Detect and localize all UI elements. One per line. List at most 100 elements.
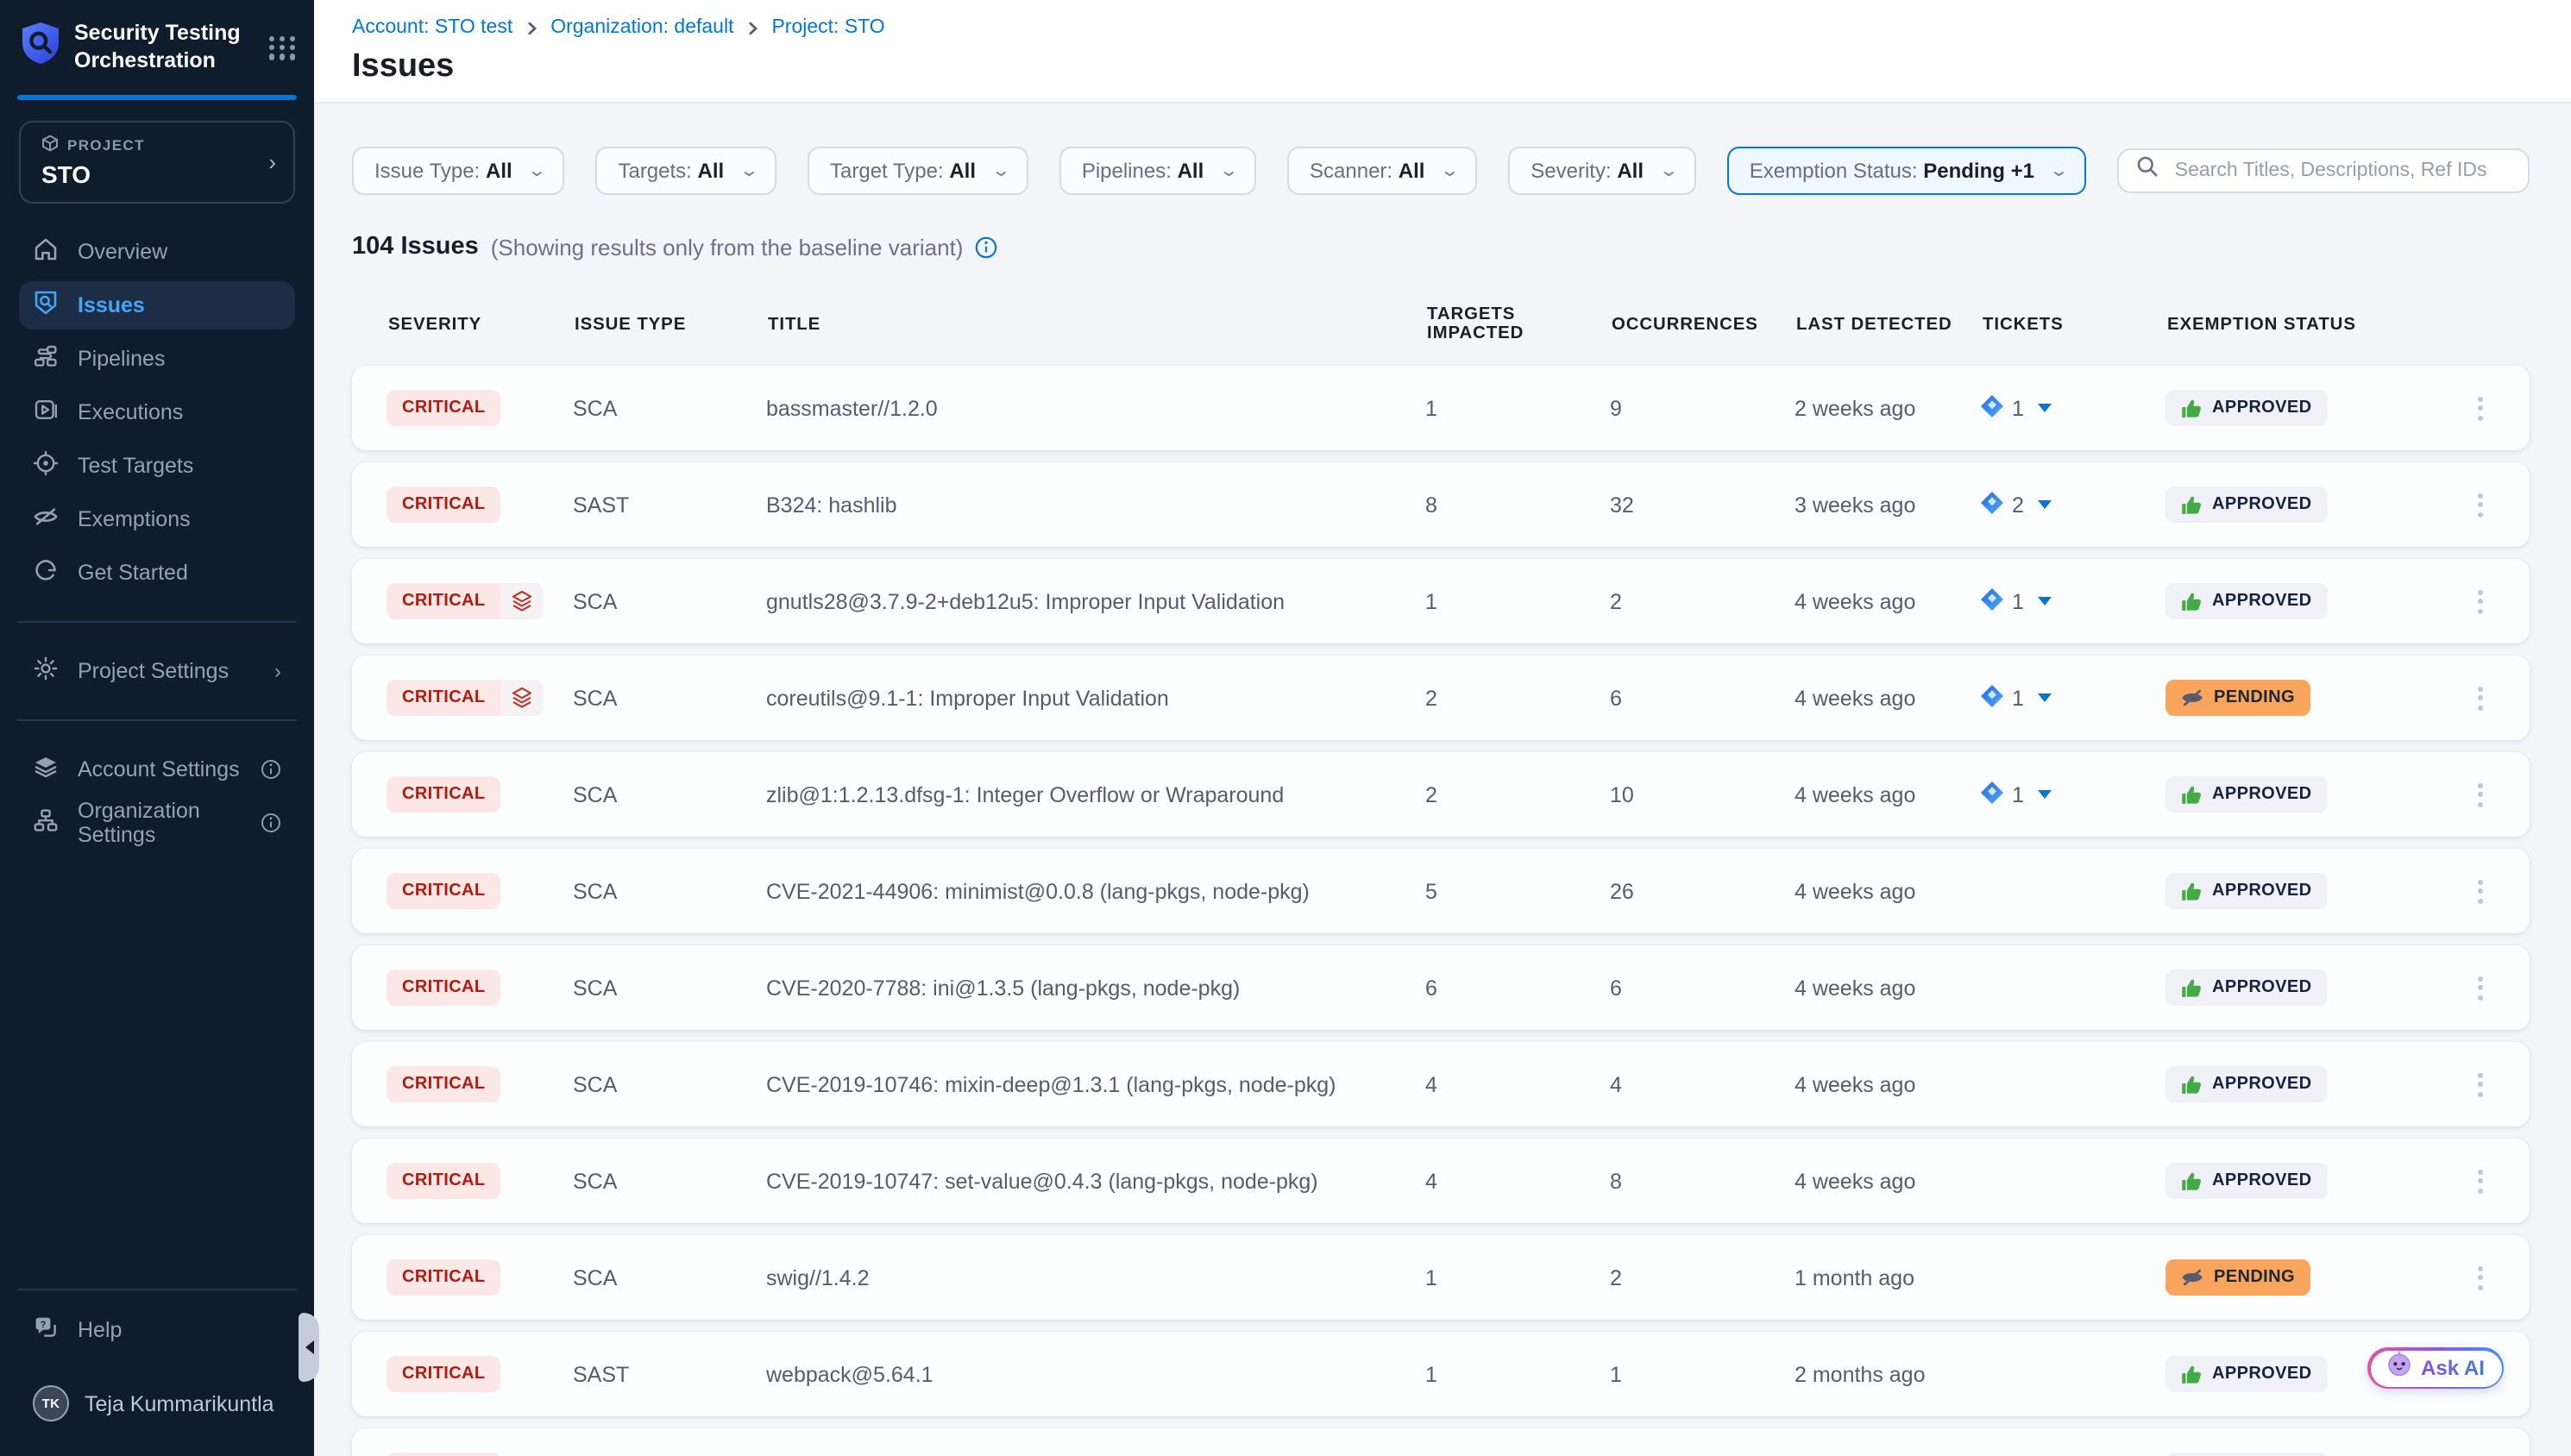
sidebar-item-issues[interactable]: Issues [19, 281, 295, 329]
exemption-status-cell: APPROVED [2166, 1453, 2469, 1456]
org-gear-icon [33, 807, 59, 838]
filter-exemption-status[interactable]: Exemption Status: Pending +1 ⌄ [1727, 147, 2087, 195]
occurrences-cell: 10 [1610, 782, 1795, 806]
row-menu-kebab[interactable] [2469, 872, 2492, 910]
issue-row[interactable]: CRITICAL SCA CVE-2021-44906: minimist@0.… [352, 849, 2530, 933]
sidebar-item-test-targets[interactable]: Test Targets [19, 442, 295, 490]
svg-text:?: ? [41, 1320, 47, 1330]
filter-scanner[interactable]: Scanner: All ⌄ [1287, 147, 1477, 195]
breadcrumb-org-link[interactable]: Organization: default [550, 17, 733, 38]
user-name: Teja Kummarikuntla [85, 1391, 274, 1415]
module-grid-icon[interactable] [269, 35, 297, 60]
ticket-dropdown[interactable]: 2 [1981, 491, 2166, 518]
issue-row[interactable]: CRITICAL SAST webpack@5.64.1 1 1 2 month… [352, 1332, 2530, 1416]
thumbs-up-icon [2181, 398, 2202, 418]
occurrences-cell: 26 [1610, 879, 1795, 903]
exemption-status-badge: APPROVED [2166, 486, 2327, 523]
sidebar-item-label: Project Settings [78, 659, 229, 683]
issue-type-cell: SCA [573, 1169, 766, 1193]
sidebar-item-project-settings[interactable]: Project Settings › [19, 647, 295, 695]
tickets-cell: 2 [1981, 491, 2166, 518]
occurrences-cell: 1 [1610, 1362, 1795, 1386]
row-menu-kebab[interactable] [2469, 1258, 2492, 1296]
sidebar-item-overview[interactable]: Overview [19, 228, 295, 276]
sidebar-collapse-handle[interactable] [299, 1313, 319, 1382]
ticket-dropdown[interactable]: 1 [1981, 684, 2166, 712]
issue-row[interactable]: CRITICAL SCA swig//1.4.2 1 2 1 month ago… [352, 1235, 2530, 1320]
sidebar-item-organization-settings[interactable]: Organization Settings [19, 799, 295, 847]
exemption-status-badge: APPROVED [2166, 776, 2327, 813]
chevron-right-icon: › [268, 149, 276, 175]
row-menu-kebab[interactable] [2469, 1162, 2492, 1200]
severity-badge: CRITICAL [387, 1066, 501, 1102]
issue-type-cell: SCA [573, 1265, 766, 1290]
last-detected-cell: 4 weeks ago [1795, 686, 1981, 710]
sidebar-item-exemptions[interactable]: Exemptions [19, 495, 295, 543]
occurrences-cell: 4 [1610, 1072, 1795, 1096]
search-input[interactable] [2172, 159, 2511, 183]
exemption-status-cell: PENDING [2166, 680, 2469, 716]
ticket-dropdown[interactable]: 1 [1981, 587, 2166, 615]
issue-title: B324: hashlib [766, 493, 1425, 517]
issue-title: CVE-2021-44906: minimist@0.0.8 (lang-pkg… [766, 879, 1425, 903]
occurrences-cell: 2 [1610, 1265, 1795, 1290]
issue-row[interactable]: CRITICAL SCA gnutls28@3.7.9-2+deb12u5: I… [352, 559, 2530, 643]
last-detected-cell: 4 weeks ago [1795, 589, 1981, 613]
row-menu-kebab[interactable] [2469, 775, 2492, 813]
row-menu-kebab[interactable] [2469, 1452, 2492, 1456]
ticket-dropdown[interactable]: 1 [1981, 781, 2166, 808]
issue-row[interactable]: CRITICAL SAST django@1.2 1 22 2 months a… [352, 1428, 2530, 1456]
sidebar-divider [17, 719, 297, 721]
filter-severity[interactable]: Severity: All ⌄ [1508, 147, 1696, 195]
info-icon[interactable] [975, 235, 997, 258]
breadcrumb-project-link[interactable]: Project: STO [771, 17, 884, 38]
thumbs-up-icon [2181, 881, 2202, 901]
breadcrumb-account-link[interactable]: Account: STO test [352, 17, 512, 38]
issue-row[interactable]: CRITICAL SCA CVE-2019-10747: set-value@0… [352, 1139, 2530, 1223]
filter-pipelines[interactable]: Pipelines: All ⌄ [1059, 147, 1256, 195]
sidebar-item-executions[interactable]: Executions [19, 388, 295, 436]
sidebar-item-get-started[interactable]: Get Started [19, 549, 295, 597]
jira-ticket-icon [1981, 781, 2003, 808]
issue-row[interactable]: CRITICAL SAST B324: hashlib 8 32 3 weeks… [352, 462, 2530, 547]
severity-badge: CRITICAL [387, 1453, 501, 1456]
exemption-status-badge: APPROVED [2166, 1356, 2327, 1392]
tickets-cell: 1 [1981, 394, 2166, 422]
sidebar-item-account-settings[interactable]: Account Settings [19, 745, 295, 794]
ticket-dropdown[interactable]: 1 [1981, 394, 2166, 422]
user-menu[interactable]: TK Teja Kummarikuntla [19, 1385, 295, 1421]
search-box[interactable] [2118, 148, 2530, 193]
issue-title: webpack@5.64.1 [766, 1362, 1425, 1386]
issue-row[interactable]: CRITICAL SCA CVE-2020-7788: ini@1.3.5 (l… [352, 945, 2530, 1030]
issue-row[interactable]: CRITICAL SCA bassmaster//1.2.0 1 9 2 wee… [352, 366, 2530, 450]
row-menu-kebab[interactable] [2469, 486, 2492, 524]
issue-row[interactable]: CRITICAL SCA coreutils@9.1-1: Improper I… [352, 656, 2530, 740]
issue-row[interactable]: CRITICAL SCA zlib@1:1.2.13.dfsg-1: Integ… [352, 752, 2530, 837]
sidebar-item-help[interactable]: ? Help [19, 1306, 295, 1354]
row-menu-kebab[interactable] [2469, 679, 2492, 717]
info-icon [261, 813, 281, 833]
ask-ai-button[interactable]: Ask AI [2367, 1347, 2504, 1389]
severity-cell: CRITICAL [387, 1066, 573, 1102]
issue-row[interactable]: CRITICAL SCA CVE-2019-10746: mixin-deep@… [352, 1042, 2530, 1127]
sidebar-item-pipelines[interactable]: Pipelines [19, 335, 295, 383]
sidebar-item-label: Help [78, 1318, 122, 1342]
last-detected-cell: 4 weeks ago [1795, 879, 1981, 903]
col-last-detected: LAST DETECTED [1796, 315, 1983, 334]
targets-impacted-cell: 1 [1425, 396, 1610, 420]
row-menu-kebab[interactable] [2469, 1065, 2492, 1103]
filter-target-type[interactable]: Target Type: All ⌄ [808, 147, 1028, 195]
exemption-status-cell: APPROVED [2166, 486, 2469, 523]
row-menu-kebab[interactable] [2469, 389, 2492, 427]
thumbs-up-icon [2181, 591, 2202, 612]
severity-badge: CRITICAL [387, 583, 544, 619]
severity-cell: CRITICAL [387, 583, 573, 619]
filter-issue-type[interactable]: Issue Type: All ⌄ [352, 147, 564, 195]
exemption-status-badge: APPROVED [2166, 1453, 2327, 1456]
row-menu-kebab[interactable] [2469, 582, 2492, 620]
last-detected-cell: 4 weeks ago [1795, 1072, 1981, 1096]
project-selector[interactable]: PROJECT STO › [19, 121, 295, 204]
search-icon [2137, 155, 2159, 186]
filter-targets[interactable]: Targets: All ⌄ [595, 147, 776, 195]
row-menu-kebab[interactable] [2469, 969, 2492, 1007]
